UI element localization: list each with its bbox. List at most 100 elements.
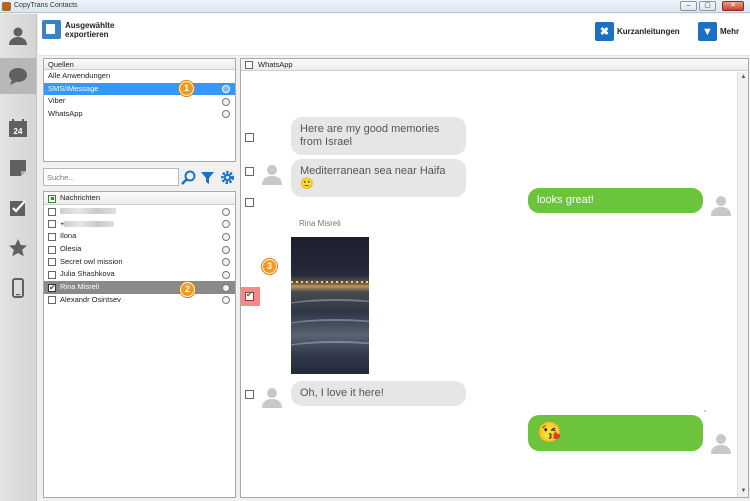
avatar-icon: [262, 388, 282, 408]
row-checkbox[interactable]: [48, 270, 56, 279]
source-label: SMS/iMessage: [48, 83, 99, 93]
conversation-row[interactable]: Secret owl mission: [44, 256, 235, 269]
search-icon: [180, 170, 195, 185]
export-selected-label: Ausgewählte exportieren: [65, 20, 115, 39]
minimize-button[interactable]: –: [680, 1, 697, 11]
step-badge-1: 1: [179, 81, 194, 96]
source-all-apps[interactable]: Alle Anwendungen: [44, 70, 235, 83]
row-checkbox[interactable]: [48, 296, 56, 305]
export-icon: [42, 20, 61, 39]
conversation-row[interactable]: +: [44, 218, 235, 231]
redacted-contact-name: [60, 208, 116, 215]
photo-wave: [291, 341, 369, 357]
message-checkbox[interactable]: [245, 390, 254, 399]
row-checkbox[interactable]: [48, 232, 56, 241]
avatar-icon: [262, 165, 282, 185]
close-button[interactable]: ✕: [722, 1, 744, 11]
filter-button[interactable]: [198, 168, 216, 186]
conversation-row[interactable]: Alexandr Osintsev: [44, 294, 235, 307]
message-checkbox-checked[interactable]: [245, 290, 254, 301]
more-label: Mehr: [720, 27, 740, 36]
chevron-down-icon: ▼: [698, 22, 717, 41]
app-icon: [2, 2, 11, 11]
chat-select-all-checkbox[interactable]: [245, 61, 253, 69]
calendar-icon: 24: [9, 119, 27, 137]
chat-scrollbar[interactable]: ▲ ▼: [737, 72, 748, 497]
chat-panel: WhatsApp ▲ ▼ Here are my good memories f…: [240, 58, 749, 498]
message-icon: [222, 270, 230, 279]
nav-device[interactable]: [0, 270, 36, 306]
chat-header-label: WhatsApp: [258, 60, 293, 69]
photo-wave: [291, 299, 369, 315]
source-label: Viber: [48, 96, 66, 105]
gear-icon: [220, 170, 234, 184]
note-icon: [10, 160, 26, 176]
scroll-down-arrow[interactable]: ▼: [738, 486, 748, 497]
source-sms-imessage[interactable]: SMS/iMessage: [44, 82, 235, 95]
viber-icon: [222, 97, 230, 106]
message-bubble-outgoing: looks great!: [528, 188, 703, 213]
conversation-row[interactable]: Ilona: [44, 230, 235, 243]
message-icon: [222, 283, 230, 292]
row-checkbox[interactable]: [48, 245, 56, 254]
message-icon: [222, 258, 230, 267]
conversation-row-selected[interactable]: Rina Misreli: [44, 281, 235, 294]
nav-calendar[interactable]: 24: [0, 110, 36, 146]
message-bubble-incoming: Oh, I love it here!: [291, 381, 466, 406]
search-input[interactable]: [44, 169, 174, 185]
source-whatsapp[interactable]: WhatsApp: [44, 108, 235, 121]
search-button[interactable]: [179, 168, 197, 186]
message-checkbox[interactable]: [245, 198, 254, 207]
source-viber[interactable]: Viber: [44, 95, 235, 108]
nav-contacts[interactable]: [0, 18, 36, 54]
row-checkbox[interactable]: [48, 207, 56, 216]
contact-name: Secret owl mission: [60, 256, 123, 266]
row-checkbox[interactable]: [48, 282, 56, 294]
conversation-header-label: Nachrichten: [60, 193, 101, 202]
scroll-up-arrow[interactable]: ▲: [738, 72, 748, 83]
nav-messages[interactable]: [0, 58, 36, 94]
sender-name: Rina Misreli: [299, 219, 341, 228]
tools-icon: ✖: [595, 22, 614, 41]
message-icon: [222, 220, 230, 229]
contact-name: Julia Shashkova: [60, 269, 115, 279]
more-button[interactable]: ▼ Mehr: [698, 22, 739, 41]
maximize-button[interactable]: ▢: [699, 1, 716, 11]
photo-wave: [291, 319, 369, 335]
sources-header: Quellen: [44, 59, 235, 70]
source-label: Alle Anwendungen: [48, 71, 111, 80]
nav-reminders[interactable]: [0, 190, 36, 226]
select-all-checkbox[interactable]: [48, 194, 56, 203]
message-bubble-incoming: Here are my good memories from Israel: [291, 117, 466, 155]
contact-name: Alexandr Osintsev: [60, 294, 121, 304]
conversation-row[interactable]: Olesia: [44, 243, 235, 256]
whatsapp-icon: [222, 110, 230, 118]
nav-favorites[interactable]: [0, 230, 36, 266]
window-title: CopyTrans Contacts: [14, 2, 78, 9]
row-checkbox[interactable]: [48, 220, 56, 229]
search-box: [43, 168, 179, 186]
message-checkbox[interactable]: [245, 133, 254, 142]
export-selected-button[interactable]: Ausgewählte exportieren: [42, 20, 125, 39]
message-bubble-icon: [9, 68, 27, 85]
nav-notes[interactable]: [0, 150, 36, 186]
filter-icon: [200, 171, 214, 184]
photo-attachment[interactable]: [291, 237, 369, 374]
quick-guides-button[interactable]: ✖ Kurzanleitungen: [595, 22, 680, 41]
settings-button[interactable]: [218, 168, 236, 186]
sources-panel: Quellen Alle Anwendungen SMS/iMessage Vi…: [43, 58, 236, 162]
conversation-list-panel: Nachrichten + Ilona Olesia Secret owl mi…: [43, 191, 236, 498]
conversation-row[interactable]: Julia Shashkova: [44, 268, 235, 281]
conversation-row[interactable]: [44, 205, 235, 218]
contact-name: Ilona: [60, 231, 77, 241]
star-icon: [9, 239, 27, 257]
row-checkbox[interactable]: [48, 258, 56, 267]
photo-city-lights: [291, 281, 369, 283]
message-icon: [222, 296, 230, 305]
avatar-icon: [711, 196, 731, 216]
message-icon: [222, 232, 230, 241]
toolbar: Ausgewählte exportieren ✖ Kurzanleitunge…: [38, 14, 750, 56]
message-icon: [222, 85, 230, 93]
message-checkbox[interactable]: [245, 167, 254, 176]
read-indicator: [704, 410, 706, 412]
